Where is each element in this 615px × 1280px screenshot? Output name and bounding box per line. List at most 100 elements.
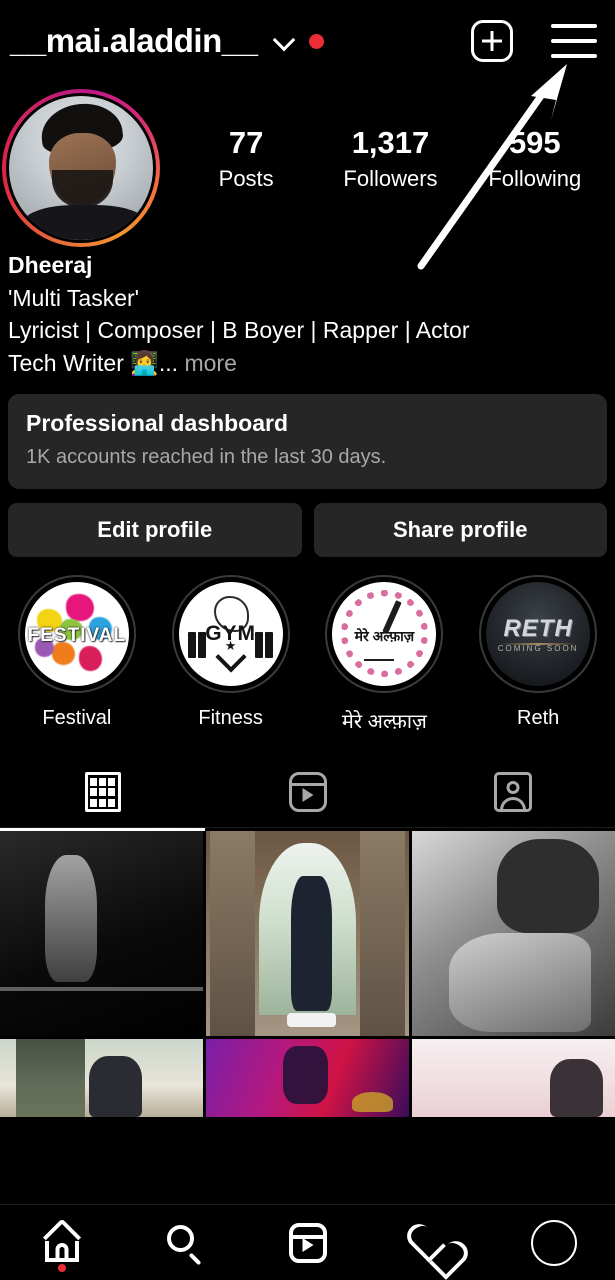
home-notification-badge (57, 1264, 66, 1272)
nav-activity-button[interactable] (391, 1205, 471, 1280)
festival-cover-text: FESTIVAL (27, 625, 127, 647)
post-thumbnail[interactable] (412, 1038, 615, 1117)
stat-followers[interactable]: 1,317 Followers (340, 125, 440, 193)
nav-search-button[interactable] (145, 1205, 225, 1280)
highlight-label-mere-alfaaz: मेरे अल्फ़ाज़ (341, 710, 427, 733)
profile-bio: Dheeraj 'Multi Tasker' Lyricist | Compos… (0, 247, 615, 380)
highlight-label-festival: Festival (42, 706, 112, 729)
nav-home-button[interactable] (22, 1205, 102, 1280)
avatar-beard (52, 170, 113, 208)
paint-splat (66, 594, 94, 622)
grid-cell (108, 788, 115, 797)
home-base (44, 1257, 79, 1262)
bio-line-2: Lyricist | Composer | B Boyer | Rapper |… (8, 317, 470, 344)
heart-icon (411, 1225, 451, 1261)
post-thumbnail[interactable] (0, 830, 203, 1036)
grid-cell (108, 777, 115, 786)
grid-cell (90, 798, 97, 807)
grid-cell (99, 777, 106, 786)
alfaaz-cover-text: मेरे अल्फ़ाज़ (354, 628, 415, 645)
play-triangle (302, 1238, 314, 1253)
hamburger-line (551, 24, 597, 28)
grid-cell (99, 788, 106, 797)
grid-cell (108, 798, 115, 807)
avatar-image (6, 92, 156, 243)
highlight-fitness[interactable]: GYM ★ Fitness (163, 574, 299, 734)
reth-cover-text: RETH (503, 614, 573, 642)
story-highlights: FESTIVAL Festival GYM ★ Fitness मेरे अल्… (0, 557, 615, 734)
tab-tagged[interactable] (410, 758, 615, 827)
post-thumbnail[interactable] (412, 830, 615, 1036)
avatar-body (23, 204, 148, 240)
highlight-ring: FESTIVAL (17, 574, 136, 693)
home-icon (42, 1217, 82, 1262)
reels-icon (288, 1222, 327, 1263)
instagram-profile-screen: __mai.aladdin__ 77 Posts 1,317 Followers… (0, 0, 615, 1280)
followers-count: 1,317 (351, 124, 430, 160)
chevron-badge (215, 641, 247, 673)
reth-cover-image: RETH COMING SOON (486, 581, 591, 686)
profile-tabs (0, 758, 615, 828)
bio-line-1: 'Multi Tasker' (8, 284, 140, 311)
tab-reels[interactable] (205, 758, 410, 827)
reth-cover-subtext: COMING SOON (497, 644, 579, 654)
bottom-navigation-bar (0, 1204, 615, 1280)
tab-grid[interactable] (0, 758, 205, 827)
edit-profile-button[interactable]: Edit profile (8, 502, 302, 557)
profile-action-buttons: Edit profile Share profile (8, 502, 607, 557)
posts-label: Posts (218, 166, 274, 192)
grid-icon (84, 772, 121, 813)
photo-detail (360, 830, 405, 1036)
festival-cover-image: FESTIVAL (24, 581, 129, 686)
bio-more-link[interactable]: more (184, 350, 236, 376)
gym-cover-image: GYM ★ (178, 581, 283, 686)
share-profile-button[interactable]: Share profile (313, 502, 607, 557)
profile-summary: 77 Posts 1,317 Followers 595 Following (0, 82, 615, 247)
stat-following[interactable]: 595 Following (485, 125, 585, 193)
highlight-festival[interactable]: FESTIVAL Festival (9, 574, 145, 734)
alfaaz-cover-image: मेरे अल्फ़ाज़ (332, 581, 437, 686)
posts-grid (0, 830, 615, 1117)
highlight-mere-alfaaz[interactable]: मेरे अल्फ़ाज़ मेरे अल्फ़ाज़ (316, 574, 452, 734)
grid-cell (90, 777, 97, 786)
new-post-button[interactable] (471, 20, 513, 62)
highlight-ring: GYM ★ (171, 574, 290, 693)
stat-posts[interactable]: 77 Posts (196, 125, 296, 193)
photo-subject (291, 875, 332, 1012)
gym-cover-text: GYM (205, 621, 257, 645)
posts-count: 77 (228, 124, 264, 160)
profile-avatar[interactable] (2, 88, 160, 247)
highlight-label-fitness: Fitness (198, 706, 263, 729)
nav-reels-button[interactable] (268, 1205, 348, 1280)
bio-display-name: Dheeraj (8, 252, 93, 278)
username-label[interactable]: __mai.aladdin__ (10, 22, 258, 60)
highlight-ring: RETH COMING SOON (479, 574, 598, 693)
following-label: Following (488, 166, 582, 192)
dashboard-title: Professional dashboard (26, 409, 289, 436)
person-shoulders (499, 797, 526, 811)
person-head (506, 781, 519, 795)
photo-detail (210, 830, 255, 1036)
tagged-person-icon (493, 772, 532, 813)
status-dot (309, 33, 325, 49)
play-triangle (302, 787, 314, 802)
dumbbell-right (254, 631, 263, 658)
highlight-reth[interactable]: RETH COMING SOON Reth (470, 574, 606, 734)
followers-label: Followers (343, 166, 438, 192)
nav-profile-button[interactable] (514, 1205, 594, 1280)
dumbbell-right (265, 631, 274, 658)
home-door (55, 1242, 68, 1258)
highlight-ring: मेरे अल्फ़ाज़ (325, 574, 444, 693)
chevron-down-icon[interactable] (273, 30, 295, 52)
post-thumbnail[interactable] (0, 1038, 203, 1117)
hamburger-menu-button[interactable] (551, 24, 597, 58)
profile-stats: 77 Posts 1,317 Followers 595 Following (160, 125, 615, 211)
post-thumbnail[interactable] (206, 1038, 409, 1117)
grid-cell (90, 788, 97, 797)
search-lens (166, 1224, 194, 1252)
hamburger-line (551, 39, 597, 43)
app-header: __mai.aladdin__ (0, 0, 615, 82)
post-thumbnail[interactable] (206, 830, 409, 1036)
professional-dashboard-card[interactable]: Professional dashboard 1K accounts reach… (8, 393, 607, 489)
photo-detail (287, 1013, 336, 1028)
